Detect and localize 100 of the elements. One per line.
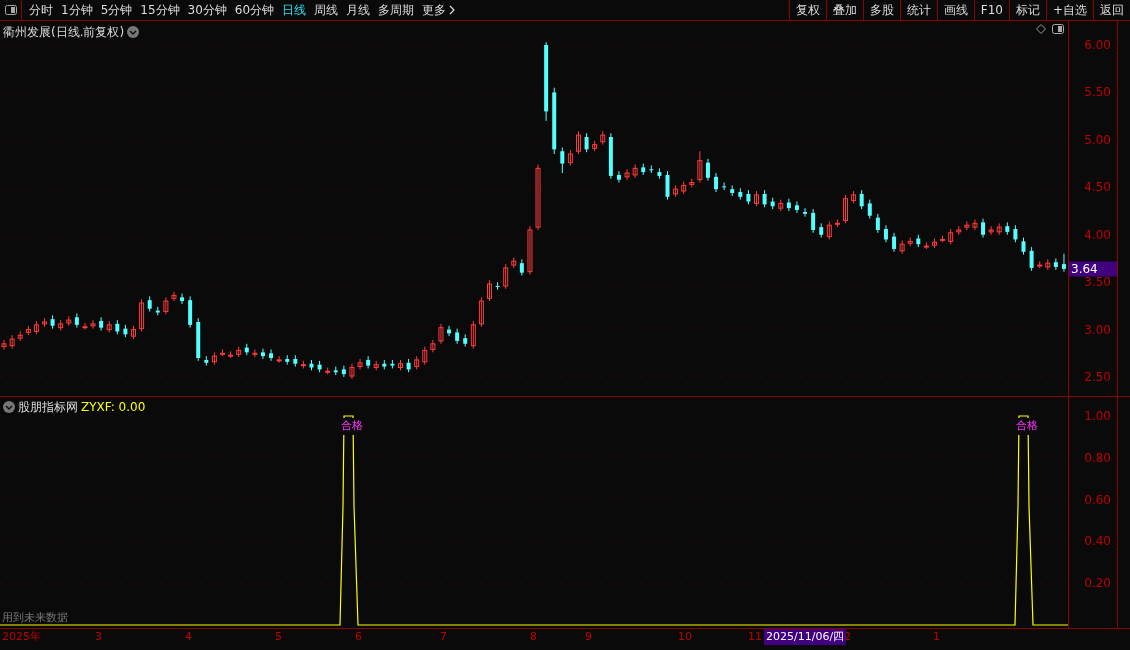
candlestick (171, 291, 177, 302)
candlestick (867, 199, 872, 220)
toolbar-button[interactable]: 画线 (936, 0, 974, 20)
date-label: 6 (355, 629, 362, 645)
indicator-name: 股朋指标网 (18, 399, 78, 416)
candlestick (487, 279, 492, 302)
date-label: 8 (530, 629, 537, 645)
candlestick (527, 225, 533, 276)
candlestick (422, 346, 428, 366)
date-label: 7 (440, 629, 447, 645)
warning-note: 用到未来数据 (2, 609, 68, 626)
candlestick (624, 168, 630, 181)
candlestick (665, 170, 670, 201)
toolbar-button[interactable]: 返回 (1093, 0, 1130, 20)
axis-label: 0.60 (1084, 493, 1111, 506)
candlestick (1029, 246, 1034, 272)
candlestick (803, 207, 808, 218)
toolbar-button[interactable]: 多股 (862, 0, 900, 20)
axis-label: 0.40 (1084, 535, 1111, 548)
candlestick (349, 363, 355, 380)
candlestick (705, 158, 710, 182)
candlestick (535, 164, 541, 231)
axis-label: 1.00 (1084, 410, 1111, 422)
axis-label: 3.50 (1084, 276, 1111, 289)
period-tab[interactable]: 1分钟 (57, 0, 97, 20)
period-tab[interactable]: 15分钟 (136, 0, 184, 20)
date-label: 3 (95, 629, 102, 645)
period-tab[interactable]: 月线 (342, 0, 375, 20)
axis-label: 3.00 (1084, 323, 1111, 336)
period-tab[interactable]: 日线 (278, 0, 311, 20)
period-tab[interactable]: 60分钟 (230, 0, 279, 20)
candlestick (892, 232, 897, 253)
axis-label: 0.80 (1084, 451, 1111, 464)
candlestick (503, 263, 509, 290)
candlestick (576, 130, 581, 155)
panel-toggle-icon[interactable] (4, 5, 17, 15)
candlestick (269, 348, 274, 362)
date-label: 9 (585, 629, 592, 645)
candlestick (180, 293, 185, 305)
period-tab[interactable]: 周线 (310, 0, 343, 20)
candlestick (139, 298, 145, 332)
diamond-icon[interactable] (1036, 24, 1046, 34)
date-label: 11 (748, 629, 762, 645)
dropdown-icon[interactable] (3, 401, 15, 413)
period-tab[interactable]: 5分钟 (96, 0, 137, 20)
candlestick (252, 348, 258, 358)
candlestick (722, 182, 727, 191)
toolbar-button[interactable]: 统计 (899, 0, 937, 20)
candlestick (972, 219, 978, 231)
candlestick (794, 201, 799, 214)
chevron-icon (449, 5, 456, 15)
candlestick (438, 323, 444, 345)
more-menu[interactable]: 更多 (418, 0, 460, 20)
signal-label: 合格 (1016, 418, 1038, 435)
candlestick (163, 296, 169, 315)
candlestick (899, 239, 905, 255)
price-tag: 3.64 (1069, 261, 1117, 277)
period-tab[interactable]: 分时 (25, 0, 57, 20)
candlestick (826, 220, 832, 240)
candlestick (9, 334, 15, 350)
date-label: 5 (275, 629, 282, 645)
candlestick (697, 150, 703, 184)
candlestick (276, 355, 282, 364)
axis-label: 0.20 (1084, 577, 1111, 590)
candlestick (341, 365, 346, 378)
candlestick (260, 348, 265, 360)
candlestick (430, 339, 436, 353)
signal-label: 合格 (341, 418, 363, 435)
candlestick (366, 355, 371, 369)
period-tab[interactable]: 30分钟 (183, 0, 231, 20)
candlestick (988, 225, 994, 236)
toolbar-button[interactable]: 复权 (788, 0, 826, 20)
axis-label: 6.00 (1084, 39, 1111, 51)
period-tab[interactable]: 多周期 (374, 0, 419, 20)
candlestick (875, 213, 880, 234)
axis-label: 5.00 (1084, 133, 1111, 146)
date-label: 4 (185, 629, 192, 645)
axis-label: 2.50 (1084, 371, 1111, 383)
dropdown-icon[interactable] (127, 26, 140, 38)
candlestick (560, 146, 565, 174)
candlestick (859, 189, 864, 210)
toolbar-button[interactable]: +自选 (1045, 0, 1093, 20)
toolbar-button[interactable]: 叠加 (825, 0, 863, 20)
date-label: 2025年 (2, 629, 41, 645)
candlestick (616, 170, 621, 184)
axis-label: 4.00 (1084, 228, 1111, 241)
panel-toggle-icon[interactable] (1052, 24, 1064, 34)
toolbar-button[interactable]: F10 (973, 0, 1009, 20)
toolbar-button[interactable]: 标记 (1008, 0, 1046, 20)
candlestick (478, 296, 484, 328)
candlestick (470, 320, 476, 350)
axis-label: 4.50 (1084, 181, 1111, 194)
candlestick (1061, 253, 1066, 273)
date-label: 1 (933, 629, 940, 645)
candlestick (1053, 257, 1058, 271)
indicator-reading: ZYXF: 0.00 (81, 399, 146, 416)
cursor-date: 2025/11/06/四 (764, 629, 847, 645)
candlestick (74, 312, 79, 329)
axis-label: 5.50 (1084, 86, 1111, 99)
candlestick (843, 194, 848, 224)
